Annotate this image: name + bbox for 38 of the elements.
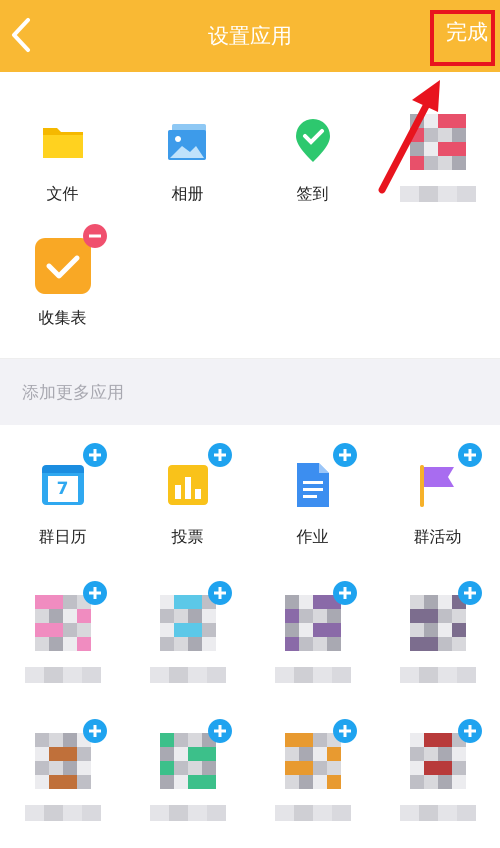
add-badge-icon[interactable] [82,443,106,467]
calendar-icon[interactable]: 7 [42,465,84,505]
app-label: 作业 [296,527,328,547]
add-badge-icon[interactable] [332,443,356,467]
app-label: 群活动 [414,527,462,547]
back-button[interactable] [10,17,32,53]
add-badge-icon[interactable] [208,443,232,467]
highlight-frame [430,10,495,66]
add-badge-icon[interactable] [208,719,232,743]
add-badge-icon[interactable] [458,443,482,467]
add-badge-icon[interactable] [82,719,106,743]
back-icon [10,17,32,53]
pixelated-icon[interactable] [284,733,340,789]
add-badge-icon[interactable] [82,581,106,605]
app-label: 投票 [172,527,204,547]
app-label: 相册 [172,184,204,204]
pixelated-icon[interactable] [410,595,466,651]
app-label: 收集表 [38,308,86,328]
pixelated-icon[interactable] [34,733,90,789]
add-badge-icon[interactable] [458,719,482,743]
pixelated-icon[interactable] [34,595,90,651]
pixelated-icon[interactable] [410,114,466,170]
pixelated-icon[interactable] [410,733,466,789]
checkmark-icon[interactable] [34,238,90,294]
pixelated-icon[interactable] [284,595,340,651]
app-label: 群日历 [38,527,86,547]
section-title: 添加更多应用 [22,382,124,404]
done-button[interactable]: 完成 [446,18,488,46]
add-badge-icon[interactable] [332,719,356,743]
add-badge-icon[interactable] [458,581,482,605]
add-badge-icon[interactable] [208,581,232,605]
app-label: 签到 [296,184,328,204]
app-label: 文件 [46,184,78,204]
pixelated-icon[interactable] [160,733,216,789]
add-badge-icon[interactable] [332,581,356,605]
remove-badge-icon[interactable] [82,224,106,248]
page-title: 设置应用 [208,23,292,50]
pixelated-icon[interactable] [160,595,216,651]
